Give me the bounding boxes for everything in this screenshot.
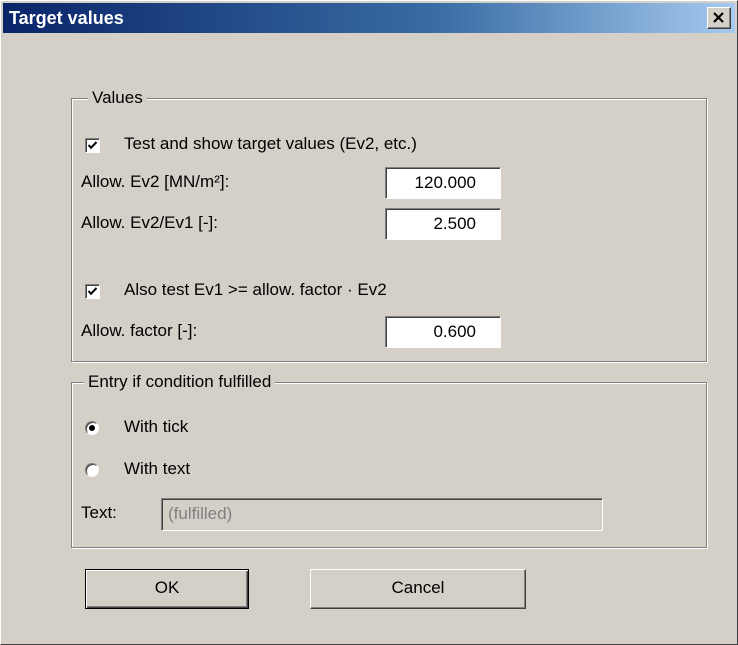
- window-title: Target values: [9, 8, 124, 28]
- with-tick-radio[interactable]: [85, 421, 99, 435]
- target-values-dialog: Target values Values Test and show targe…: [0, 0, 738, 645]
- radio-selected-dot: [89, 425, 95, 431]
- checkmark-icon: [87, 287, 98, 296]
- text-field-input[interactable]: (fulfilled): [161, 498, 603, 531]
- entry-groupbox: Entry if condition fulfilled With tick W…: [71, 372, 707, 548]
- also-test-ev1-label: Also test Ev1 >= allow. factor · Ev2: [124, 280, 387, 299]
- checkmark-icon: [87, 141, 98, 150]
- allow-ratio-input[interactable]: 2.500: [385, 208, 501, 240]
- values-group-title: Values: [88, 88, 147, 108]
- allow-ev2-input[interactable]: 120.000: [385, 167, 501, 199]
- with-text-radio[interactable]: [85, 463, 99, 477]
- allow-ev2-label: Allow. Ev2 [MN/m²]:: [81, 172, 230, 191]
- close-button[interactable]: [707, 7, 731, 29]
- with-text-label: With text: [124, 459, 191, 478]
- cancel-button[interactable]: Cancel: [310, 569, 526, 609]
- allow-ratio-label: Allow. Ev2/Ev1 [-]:: [81, 213, 218, 232]
- test-target-values-checkbox[interactable]: [85, 138, 100, 153]
- close-icon: [713, 12, 724, 23]
- with-tick-label: With tick: [124, 417, 189, 436]
- allow-factor-input[interactable]: 0.600: [385, 316, 501, 348]
- values-groupbox: Values Test and show target values (Ev2,…: [71, 88, 707, 362]
- entry-group-title: Entry if condition fulfilled: [84, 372, 276, 392]
- test-target-values-label: Test and show target values (Ev2, etc.): [124, 134, 417, 153]
- title-bar: Target values: [3, 3, 735, 33]
- allow-factor-label: Allow. factor [-]:: [81, 321, 198, 340]
- ok-button[interactable]: OK: [85, 569, 249, 609]
- also-test-ev1-checkbox[interactable]: [85, 284, 100, 299]
- text-field-label: Text:: [81, 503, 117, 522]
